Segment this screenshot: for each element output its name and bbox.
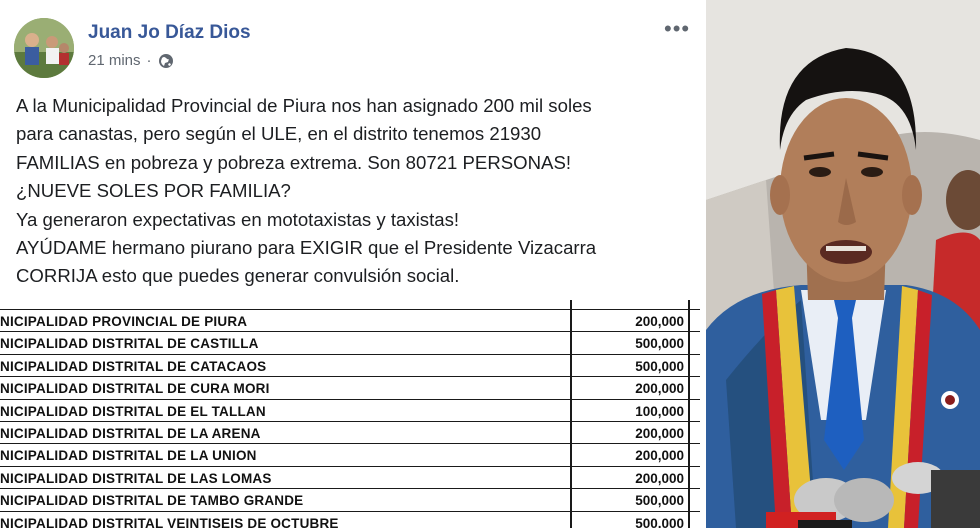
post-line: ¿NUEVE SOLES POR FAMILIA? [16, 180, 291, 202]
municipality-name: NICIPALIDAD DISTRITAL DE CATACAOS [0, 358, 267, 374]
table-row: NICIPALIDAD DISTRITAL DE CATACAOS 500,00… [0, 355, 700, 378]
table-row: NICIPALIDAD DISTRITAL DE CASTILLA 500,00… [0, 332, 700, 355]
amount: 500,000 [635, 358, 684, 374]
municipality-name: NICIPALIDAD DISTRITAL DE EL TALLAN [0, 403, 266, 419]
facebook-post: Juan Jo Díaz Dios 21 mins · ••• A la Mun… [0, 0, 700, 300]
post-line: Ya generaron expectativas en mototaxista… [16, 208, 460, 230]
budget-table: NICIPALIDAD PROVINCIAL DE PIURA 200,000 … [0, 300, 700, 528]
more-options-icon[interactable]: ••• [664, 18, 690, 40]
post-text: A la Municipalidad Provincial de Piura n… [16, 92, 696, 291]
table-row: NICIPALIDAD DISTRITAL DE CURA MORI 200,0… [0, 377, 700, 400]
table-row: NICIPALIDAD DISTRITAL DE EL TALLAN 100,0… [0, 400, 700, 422]
municipality-name: NICIPALIDAD DISTRITAL DE CURA MORI [0, 381, 270, 397]
municipality-name: NICIPALIDAD DISTRITAL DE TAMBO GRANDE [0, 493, 304, 509]
table-row: NICIPALIDAD DISTRITAL DE LAS LOMAS 200,0… [0, 467, 700, 490]
post-line: FAMILIAS en pobreza y pobreza extrema. S… [16, 151, 572, 173]
table-row: NICIPALIDAD DISTRITAL VEINTISEIS DE OCTU… [0, 512, 700, 528]
municipality-name: NICIPALIDAD PROVINCIAL DE PIURA [0, 314, 248, 329]
globe-icon [158, 53, 174, 69]
meta-separator: · [146, 52, 152, 69]
table-row-cropped [0, 300, 700, 310]
table-row: NICIPALIDAD DISTRITAL DE LA UNION 200,00… [0, 444, 700, 467]
municipality-name: NICIPALIDAD DISTRITAL DE LA ARENA [0, 426, 261, 441]
amount: 200,000 [635, 426, 684, 441]
author-avatar[interactable] [14, 18, 74, 78]
post-timestamp[interactable]: 21 mins [88, 52, 141, 69]
amount: 200,000 [635, 470, 684, 486]
amount: 500,000 [635, 493, 684, 509]
post-meta: 21 mins · [88, 52, 174, 69]
news-photo [706, 0, 980, 528]
author-name[interactable]: Juan Jo Díaz Dios [88, 22, 251, 44]
post-line: A la Municipalidad Provincial de Piura n… [16, 95, 592, 116]
municipality-name: NICIPALIDAD DISTRITAL DE LAS LOMAS [0, 470, 272, 486]
amount: 200,000 [635, 381, 684, 397]
amount: 200,000 [635, 448, 684, 464]
post-line: para canastas, pero según el ULE, en el … [16, 123, 542, 145]
post-line: AYÚDAME hermano piurano para EXIGIR que … [16, 237, 597, 259]
amount: 500,000 [635, 515, 684, 528]
amount: 200,000 [635, 314, 684, 329]
table-row: NICIPALIDAD DISTRITAL DE TAMBO GRANDE 50… [0, 489, 700, 512]
amount: 100,000 [635, 403, 684, 419]
municipality-name: NICIPALIDAD DISTRITAL VEINTISEIS DE OCTU… [0, 515, 339, 528]
municipality-name: NICIPALIDAD DISTRITAL DE CASTILLA [0, 336, 259, 352]
amount: 500,000 [635, 336, 684, 352]
post-line: CORRIJA esto que puedes generar convulsi… [16, 265, 460, 287]
table-row: NICIPALIDAD DISTRITAL DE LA ARENA 200,00… [0, 422, 700, 445]
municipality-name: NICIPALIDAD DISTRITAL DE LA UNION [0, 448, 257, 464]
table-row: NICIPALIDAD PROVINCIAL DE PIURA 200,000 [0, 310, 700, 333]
